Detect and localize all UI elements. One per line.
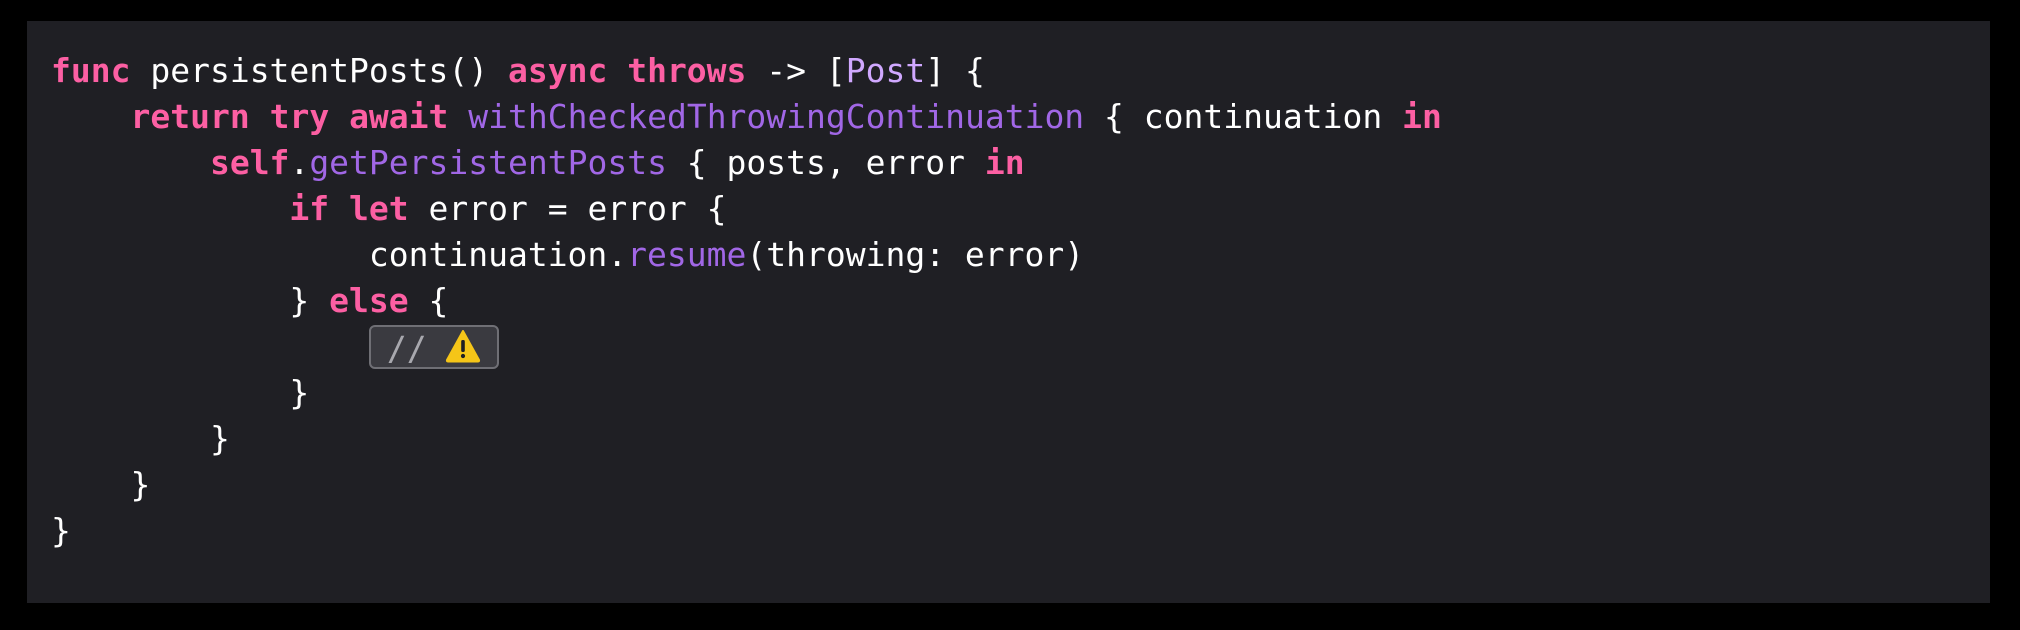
code-token: . <box>289 143 310 182</box>
code-line[interactable]: } <box>51 462 1990 508</box>
keyword-token: let <box>349 189 409 228</box>
type-token: Post <box>845 51 926 90</box>
keyword-token: await <box>349 97 449 136</box>
code-editor[interactable]: func persistentPosts() async throws -> [… <box>27 21 1990 603</box>
code-token: ] { <box>925 51 985 90</box>
code-line[interactable]: } <box>51 416 1990 462</box>
code-block[interactable]: func persistentPosts() async throws -> [… <box>51 48 1990 554</box>
function-token: getPersistentPosts <box>309 143 667 182</box>
code-line[interactable]: if let error = error { <box>51 186 1990 232</box>
code-token: error = error { <box>408 189 727 228</box>
code-line[interactable]: } else { <box>51 278 1990 324</box>
keyword-token: async <box>507 51 608 90</box>
keyword-token: in <box>1402 97 1442 136</box>
code-token: (throwing: error) <box>746 235 1085 274</box>
code-placeholder[interactable]: // <box>368 325 499 369</box>
code-token: { posts, error <box>666 143 985 182</box>
code-line[interactable]: return try await withCheckedThrowingCont… <box>51 94 1990 140</box>
code-line[interactable]: self.getPersistentPosts { posts, error i… <box>51 140 1990 186</box>
keyword-token: if <box>289 189 330 228</box>
code-line[interactable]: } <box>51 508 1990 554</box>
code-line[interactable]: // <box>51 324 1990 370</box>
code-token: } <box>51 281 330 320</box>
keyword-token: else <box>329 281 409 320</box>
code-line[interactable]: continuation.resume(throwing: error) <box>51 232 1990 278</box>
keyword-token: return <box>130 97 250 136</box>
function-token: withCheckedThrowingContinuation <box>468 97 1085 136</box>
code-token: } <box>51 511 71 550</box>
placeholder-text: // <box>386 329 427 368</box>
code-token: persistentPosts() <box>130 51 508 90</box>
keyword-token: throws <box>627 51 747 90</box>
code-token: { continuation <box>1084 97 1403 136</box>
code-token: } <box>51 419 230 458</box>
function-token: resume <box>627 235 747 274</box>
keyword-token: in <box>984 143 1025 182</box>
code-token: { <box>408 281 449 320</box>
keyword-token: try <box>269 97 330 136</box>
code-token: } <box>51 373 310 412</box>
code-line[interactable]: } <box>51 370 1990 416</box>
warning-icon <box>445 329 481 363</box>
code-token: } <box>51 465 151 504</box>
code-token: -> [ <box>746 51 846 90</box>
keyword-token: func <box>51 51 131 90</box>
keyword-token: self <box>209 143 290 182</box>
code-token: continuation. <box>51 235 628 274</box>
code-line[interactable]: func persistentPosts() async throws -> [… <box>51 48 1990 94</box>
